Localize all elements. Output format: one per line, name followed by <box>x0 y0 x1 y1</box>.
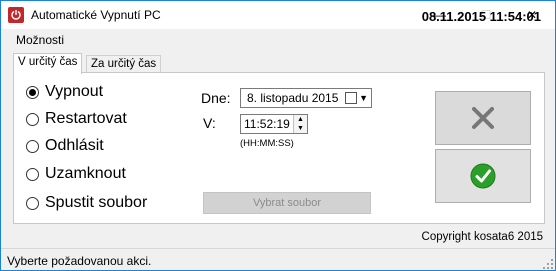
power-icon <box>8 7 24 23</box>
pick-file-button[interactable]: Vybrat soubor <box>203 192 371 214</box>
radio-label: Uzamknout <box>45 165 126 182</box>
status-text: Vyberte požadovanou akci. <box>7 254 152 268</box>
copyright-text: Copyright kosata6 2015 <box>421 231 543 243</box>
radio-button[interactable] <box>26 167 39 181</box>
tab-at-time[interactable]: V určitý čas <box>13 53 83 74</box>
resize-grip-icon[interactable] <box>543 259 553 269</box>
spin-up-icon[interactable]: ▲ <box>294 115 307 124</box>
radio-button[interactable] <box>26 112 39 126</box>
menu-bar: Možnosti <box>1 29 555 49</box>
radio-restart[interactable]: Restartovat <box>26 109 127 129</box>
date-label: Dne: <box>201 90 231 106</box>
x-icon <box>472 107 494 129</box>
current-datetime: 08.11.2015 11:54:01 <box>421 9 541 24</box>
radio-button[interactable] <box>26 139 39 153</box>
radio-label: Odhlásit <box>45 137 104 154</box>
check-icon <box>470 163 496 189</box>
time-value: 11:52:19 <box>244 117 290 131</box>
time-spinner[interactable]: ▲ ▼ <box>293 115 307 133</box>
radio-logoff[interactable]: Odhlásit <box>26 136 104 156</box>
spin-down-icon[interactable]: ▼ <box>294 124 307 133</box>
tab-panel: Vypnout Restartovat Odhlásit Uzamknout S… <box>13 72 545 224</box>
date-value: 8. listopadu 2015 <box>247 91 339 105</box>
window-title: Automatické Vypnutí PC <box>31 8 161 22</box>
radio-label: Restartovat <box>45 110 127 127</box>
calendar-icon[interactable] <box>345 92 357 104</box>
app-window: Automatické Vypnutí PC — ☐ ✕ Možnosti 08… <box>0 0 556 271</box>
radio-run-file[interactable]: Spustit soubor <box>26 193 147 213</box>
time-label: V: <box>203 115 216 131</box>
menu-options[interactable]: Možnosti <box>16 33 64 47</box>
time-format-hint: (HH:MM:SS) <box>240 138 294 149</box>
confirm-button[interactable] <box>435 149 531 203</box>
radio-label: Spustit soubor <box>45 194 148 211</box>
radio-shutdown[interactable]: Vypnout <box>26 82 103 102</box>
tab-after-time[interactable]: Za určitý čas <box>86 55 162 73</box>
radio-lock[interactable]: Uzamknout <box>26 164 126 184</box>
chevron-down-icon[interactable]: ▼ <box>359 93 368 103</box>
cancel-button[interactable] <box>435 91 531 145</box>
date-picker[interactable]: 8. listopadu 2015 ▼ <box>240 88 372 108</box>
radio-button[interactable] <box>26 85 39 99</box>
time-input[interactable]: 11:52:19 ▲ ▼ <box>240 114 308 134</box>
radio-label: Vypnout <box>45 83 104 100</box>
status-bar: Vyberte požadovanou akci. <box>1 248 555 270</box>
radio-button[interactable] <box>26 196 39 210</box>
